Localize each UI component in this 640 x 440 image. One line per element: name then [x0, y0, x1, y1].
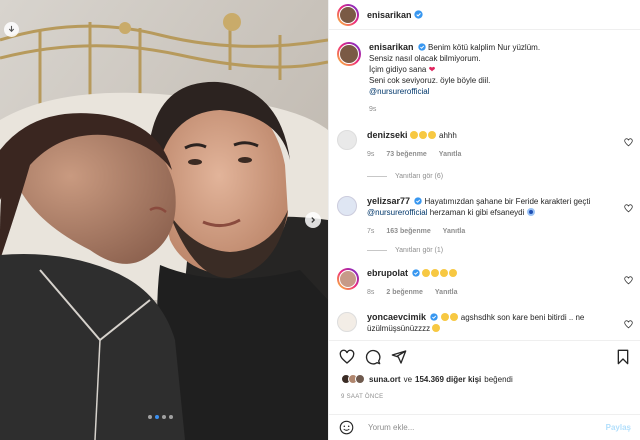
view-replies[interactable]: Yanıtları gör (1)	[367, 247, 443, 254]
likes-connector: ve	[403, 374, 413, 384]
likes-suffix: beğendi	[484, 374, 513, 384]
comment-input[interactable]	[368, 423, 568, 432]
post-caption: enisarikan Benim kötü kalplim Nur yüzlüm…	[337, 42, 633, 115]
caption-line: Seni cok seviyoruz. öyle böyle diil.	[369, 76, 491, 85]
post-photo[interactable]	[0, 0, 328, 440]
comment-likes[interactable]: 73 beğenme	[386, 151, 426, 158]
carousel-dot	[162, 415, 166, 419]
comment-time: 8s	[367, 289, 375, 296]
likes-count[interactable]: 154.369 diğer kişi	[415, 375, 481, 384]
bookmark-icon[interactable]	[615, 349, 631, 365]
red-heart-emoji: ❤	[428, 65, 436, 74]
add-comment-bar: Paylaş	[329, 414, 640, 440]
comment-likes[interactable]: 163 beğenme	[386, 228, 430, 235]
comment-mention[interactable]: @nursurerofficial	[367, 208, 427, 217]
nazar-emoji	[526, 208, 535, 216]
comment-item: yelizsar77 Hayatımızdan şahane bir Ferid…	[337, 196, 633, 237]
laughing-emoji	[440, 313, 459, 322]
post-comment-button[interactable]: Paylaş	[606, 423, 631, 432]
verified-icon	[413, 10, 423, 19]
heart-icon[interactable]	[624, 320, 633, 329]
verified-icon	[412, 269, 420, 277]
liker-username[interactable]: suna.ort	[369, 375, 401, 384]
post-viewer: enisarikan enisarikan Benim kötü kalplim…	[0, 0, 640, 440]
download-button[interactable]	[4, 22, 19, 37]
comment-text: herzaman ki gibi efsaneydi	[429, 208, 525, 217]
caption-line: Benim kötü kalplim Nur yüzlüm.	[428, 43, 541, 52]
verified-icon	[414, 197, 422, 205]
reply-button[interactable]: Yanıtla	[439, 151, 462, 158]
sad-face-emoji	[409, 131, 437, 140]
comment-item: yoncaevcimik agshsdhk son kare beni biti…	[337, 312, 633, 334]
comment-username[interactable]: yelizsar77	[367, 196, 410, 206]
comment-item: ebrupolat 8s 2 beğenme Yanıtla	[337, 268, 633, 298]
comment-text: Hayatımızdan şahane bir Feride karakteri…	[424, 197, 591, 206]
comments-list: enisarikan Benim kötü kalplim Nur yüzlüm…	[329, 32, 640, 337]
post-timestamp: 9 SAAT ÖNCE	[341, 394, 384, 400]
comment-username[interactable]: yoncaevcimik	[367, 312, 426, 322]
verified-icon	[430, 313, 438, 321]
commenter-avatar[interactable]	[337, 312, 357, 332]
caption-mention[interactable]: @nursurerofficial	[369, 87, 429, 96]
commenter-avatar[interactable]	[337, 268, 359, 290]
chevron-right-icon	[311, 217, 316, 223]
liker-avatar	[355, 374, 365, 384]
carousel-dot	[155, 415, 159, 419]
next-slide-button[interactable]	[305, 212, 321, 228]
download-icon	[8, 25, 15, 33]
author-avatar[interactable]	[337, 3, 359, 26]
caption-time: 9s	[369, 106, 377, 113]
comment-text: ahhh	[439, 131, 457, 140]
heart-icon[interactable]	[624, 138, 633, 147]
action-bar	[329, 340, 640, 370]
comment-time: 7s	[367, 228, 375, 235]
post-sidebar: enisarikan enisarikan Benim kötü kalplim…	[328, 0, 640, 440]
post-header: enisarikan	[329, 0, 640, 30]
carousel-dot	[148, 415, 152, 419]
reply-button[interactable]: Yanıtla	[435, 289, 458, 296]
heart-icon[interactable]	[339, 349, 355, 365]
sad-face-emoji	[422, 269, 458, 278]
caption-avatar[interactable]	[337, 42, 361, 66]
share-icon[interactable]	[391, 349, 407, 365]
caption-line: Sensiz nasıl olacak bilmiyorum.	[369, 54, 481, 63]
likes-summary[interactable]: suna.ort ve 154.369 diğer kişi beğendi	[341, 374, 513, 384]
reply-button[interactable]: Yanıtla	[443, 228, 466, 235]
heart-icon[interactable]	[624, 276, 633, 285]
heart-icon[interactable]	[624, 204, 633, 213]
caption-line: İçim gidiyo sana	[369, 65, 427, 74]
photo-image	[0, 0, 328, 440]
caption-username[interactable]: enisarikan	[369, 42, 414, 52]
commenter-avatar[interactable]	[337, 130, 357, 150]
comment-time: 9s	[367, 151, 375, 158]
view-replies[interactable]: Yanıtları gör (6)	[367, 173, 443, 180]
comment-likes[interactable]: 2 beğenme	[386, 289, 423, 296]
author-username[interactable]: enisarikan	[367, 10, 412, 20]
comment-item: denizseki ahhh 9s 73 beğenme Yanıtla	[337, 130, 633, 160]
sad-face-emoji	[432, 324, 441, 333]
verified-icon	[418, 43, 426, 51]
comment-username[interactable]: ebrupolat	[367, 268, 408, 278]
carousel-indicator	[148, 415, 173, 419]
commenter-avatar[interactable]	[337, 196, 357, 216]
carousel-dot	[169, 415, 173, 419]
comment-icon[interactable]	[365, 349, 381, 365]
smiley-icon[interactable]	[339, 420, 354, 435]
comment-username[interactable]: denizseki	[367, 130, 408, 140]
